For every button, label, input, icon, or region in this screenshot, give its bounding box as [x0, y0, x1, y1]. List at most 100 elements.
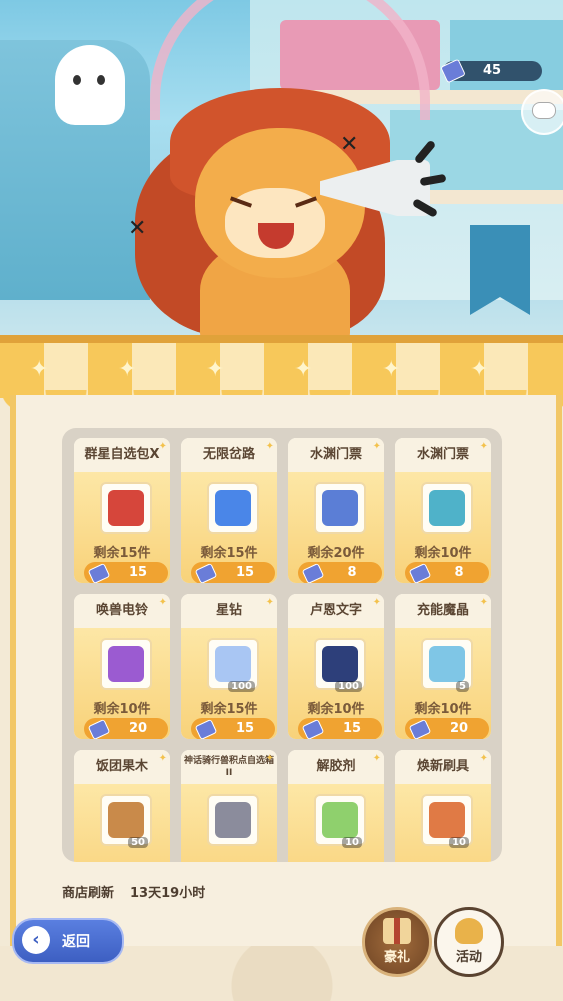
- currency-value: 45: [483, 63, 502, 78]
- chevron-left-icon: ‹: [22, 926, 50, 954]
- shop-item-card[interactable]: 卢恩文字 ✦ 100 剩余10件 15: [288, 594, 384, 739]
- item-remaining: 剩余20件: [307, 546, 365, 561]
- cat-mascot-with-megaphone: [130, 88, 447, 343]
- hanging-banner: [470, 225, 530, 315]
- refresh-label: 商店刷新: [62, 886, 115, 901]
- buy-price-button[interactable]: 15: [191, 562, 275, 583]
- sparkle-icon: ✦: [479, 597, 488, 608]
- sparkle-icon: ✕: [340, 132, 359, 157]
- sparkle-icon: ✦: [372, 597, 381, 608]
- item-price: 15: [235, 721, 255, 736]
- star-icon: ✦: [294, 357, 313, 382]
- bell-icon: [100, 638, 152, 690]
- item-quantity: 50: [128, 837, 148, 848]
- rice-roll-icon: 50: [100, 794, 152, 848]
- item-name: 群星自选包X: [74, 438, 170, 472]
- star-icon: ✦: [470, 357, 489, 382]
- shop-item-card[interactable]: 无限岔路 ✦ 剩余15件 15: [181, 438, 277, 583]
- shop-item-card[interactable]: 星钻 ✦ 100 剩余15件 15: [181, 594, 277, 739]
- chest-icon: [207, 794, 259, 846]
- star-diamond-icon: 100: [207, 638, 259, 692]
- buy-price-button[interactable]: 15: [298, 718, 382, 739]
- item-price: 8: [347, 565, 357, 580]
- chat-button[interactable]: [521, 89, 563, 135]
- buy-price-button[interactable]: 20: [84, 718, 168, 739]
- ticket-icon: [194, 718, 218, 739]
- item-name: 饭团果木: [74, 750, 170, 784]
- item-quantity: 100: [228, 681, 255, 692]
- star-icon: ✦: [382, 357, 401, 382]
- ticket-icon: [87, 718, 111, 739]
- item-name: 卢恩文字: [288, 594, 384, 628]
- ticket-icon: [301, 562, 325, 583]
- brush-icon: 10: [421, 794, 473, 848]
- star-icon: ✦: [206, 357, 225, 382]
- shout-lines-decoration: [402, 139, 447, 218]
- sparkle-icon: ✦: [158, 753, 167, 764]
- buy-price-button[interactable]: 8: [298, 562, 382, 583]
- ticket-icon: [301, 718, 325, 739]
- ticket-icon: [421, 482, 473, 534]
- crystal-icon: 5: [421, 638, 473, 692]
- item-name: 解胶剂: [288, 750, 384, 784]
- item-price: 20: [128, 721, 148, 736]
- buy-price-button[interactable]: 20: [405, 718, 489, 739]
- shop-item-grid[interactable]: 群星自选包X ✦ 剩余15件 15 无限岔路 ✦ 剩余15件 15 水渊门票 ✦ 剩余20件 8 水渊门…: [62, 428, 502, 862]
- sparkle-icon: ✦: [265, 753, 274, 764]
- ticket-currency-counter: 45: [440, 58, 542, 84]
- item-quantity: 10: [449, 837, 469, 848]
- item-remaining: 剩余10件: [414, 702, 472, 717]
- item-name: 水渊门票: [288, 438, 384, 472]
- gift-button[interactable]: 豪礼: [362, 907, 432, 977]
- item-remaining: 剩余15件: [200, 546, 258, 561]
- item-remaining: 剩余10件: [307, 702, 365, 717]
- shop-item-card[interactable]: 饭团果木 ✦ 50: [74, 750, 170, 862]
- item-remaining: 剩余15件: [200, 702, 258, 717]
- sparkle-icon: ✦: [158, 441, 167, 452]
- item-price: 15: [342, 721, 362, 736]
- back-label: 返回: [62, 934, 90, 950]
- item-quantity: 10: [342, 837, 362, 848]
- sparkle-icon: ✦: [372, 441, 381, 452]
- buy-price-button[interactable]: 8: [405, 562, 489, 583]
- buy-price-button[interactable]: 15: [84, 562, 168, 583]
- shop-item-card[interactable]: 焕新刷具 ✦ 10: [395, 750, 491, 862]
- shop-item-card[interactable]: 水渊门票 ✦ 剩余20件 8: [288, 438, 384, 583]
- shop-item-card[interactable]: 解胶剂 ✦ 10: [288, 750, 384, 862]
- chat-bubble-icon: [532, 102, 556, 119]
- ghost-mascot-decoration: [55, 45, 125, 125]
- star-icon: ✦: [118, 357, 137, 382]
- item-price: 8: [454, 565, 464, 580]
- item-name: 水渊门票: [395, 438, 491, 472]
- item-name: 充能魔晶: [395, 594, 491, 628]
- shop-item-card[interactable]: 水渊门票 ✦ 剩余10件 8: [395, 438, 491, 583]
- buy-price-button[interactable]: 15: [191, 718, 275, 739]
- item-name: 唤兽电铃: [74, 594, 170, 628]
- item-name: 神话骑行兽积点自选箱 II: [181, 750, 277, 784]
- shop-refresh-timer: 商店刷新 13天19小时: [62, 882, 205, 901]
- shop-item-card[interactable]: 唤兽电铃 ✦ 剩余10件 20: [74, 594, 170, 739]
- item-name: 星钻: [181, 594, 277, 628]
- item-name: 焕新刷具: [395, 750, 491, 784]
- star-icon: ✦: [30, 357, 49, 382]
- item-quantity: 100: [335, 681, 362, 692]
- refresh-time: 13天19小时: [130, 886, 206, 901]
- shop-item-card[interactable]: 充能魔晶 ✦ 5 剩余10件 20: [395, 594, 491, 739]
- item-price: 15: [128, 565, 148, 580]
- blue-cube-icon: [207, 482, 259, 534]
- activity-button[interactable]: 活动: [434, 907, 504, 977]
- sparkle-icon: ✦: [158, 597, 167, 608]
- sparkle-icon: ✦: [265, 441, 274, 452]
- potion-icon: 10: [314, 794, 366, 848]
- item-price: 15: [235, 565, 255, 580]
- item-remaining: 剩余10件: [414, 546, 472, 561]
- ticket-icon: [314, 482, 366, 534]
- card-pack-icon: [100, 482, 152, 534]
- sparkle-icon: ✦: [372, 753, 381, 764]
- gift-box-icon: [383, 918, 411, 944]
- shop-item-card[interactable]: 神话骑行兽积点自选箱 II ✦: [181, 750, 277, 862]
- shop-item-card[interactable]: 群星自选包X ✦ 剩余15件 15: [74, 438, 170, 583]
- ticket-icon: [408, 562, 432, 583]
- sparkle-icon: ✦: [479, 753, 488, 764]
- back-button[interactable]: ‹ 返回: [12, 918, 124, 964]
